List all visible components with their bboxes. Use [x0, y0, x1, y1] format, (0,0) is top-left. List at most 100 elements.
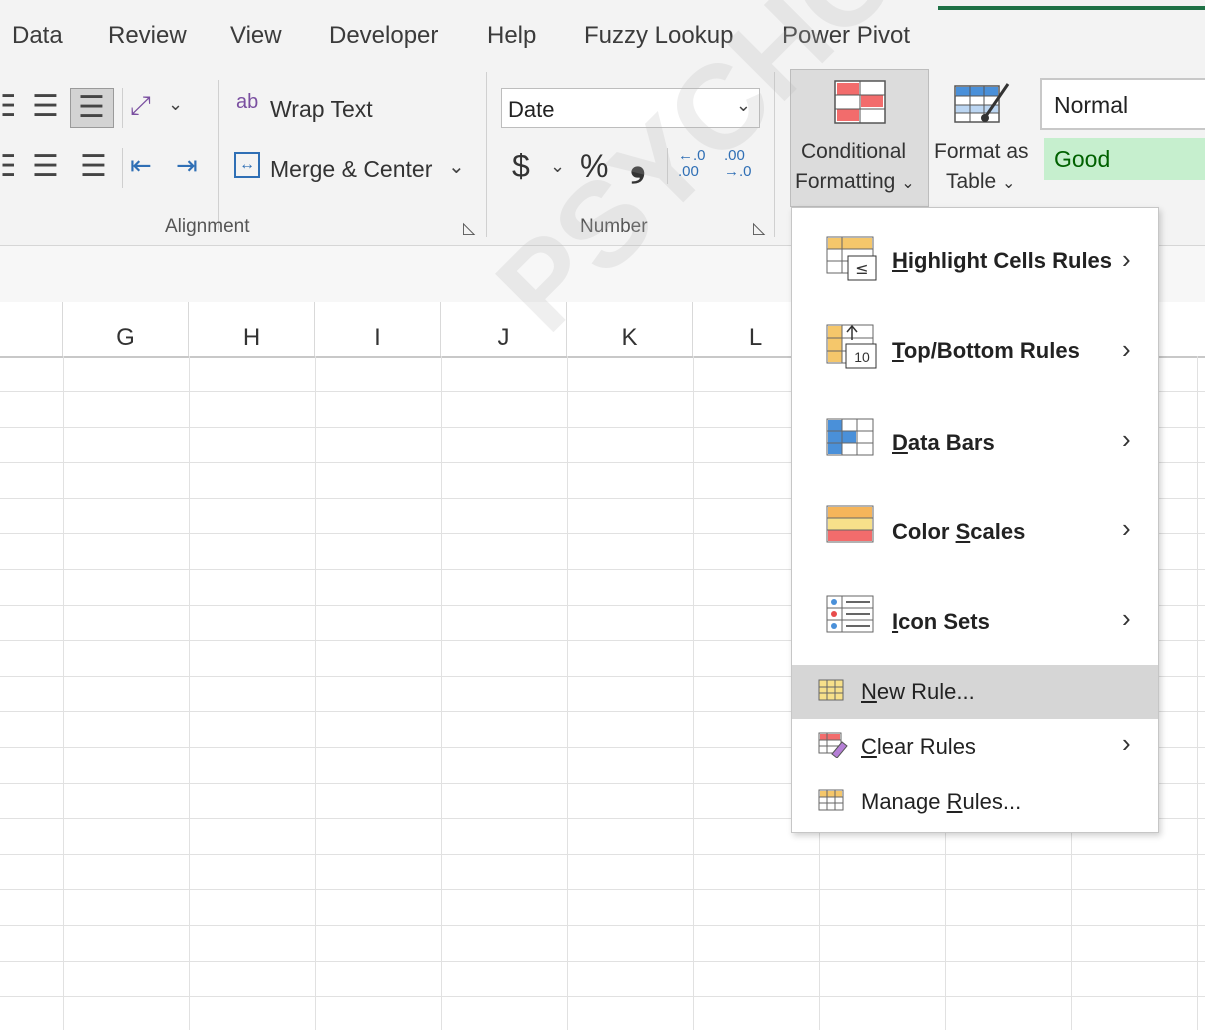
column-header-g[interactable]: G	[63, 302, 189, 356]
conditional-formatting-icon	[834, 80, 886, 124]
decrease-decimal-icon[interactable]: .00 →.0	[724, 148, 760, 180]
currency-button[interactable]: $	[512, 148, 530, 185]
tab-developer[interactable]: Developer	[329, 22, 438, 50]
grid-row-line	[0, 996, 1205, 997]
align-bottom-button[interactable]: ☰	[70, 88, 114, 128]
chevron-right-icon: ›	[1122, 334, 1131, 364]
grid-row-line	[0, 889, 1205, 890]
number-format-select[interactable]: Date ⌄	[501, 88, 760, 128]
new-rule-icon	[818, 679, 844, 701]
chevron-down-icon[interactable]: ⌄	[550, 156, 565, 177]
top-bottom-badge: 10	[854, 349, 870, 365]
format-as-table-icon	[954, 83, 1010, 123]
align-center-icon[interactable]: ☰	[32, 152, 59, 182]
wrap-text-button[interactable]: Wrap Text	[270, 96, 373, 123]
access-key-letter: I	[892, 609, 899, 634]
column-header-h[interactable]: H	[189, 302, 315, 356]
increase-decimal-icon[interactable]: ←.0.00	[678, 148, 714, 180]
format-as-table-label-2: Table	[946, 170, 997, 193]
number-format-value: Date	[508, 97, 555, 122]
svg-text:≤: ≤	[855, 259, 868, 278]
conditional-formatting-label-1: Conditional	[801, 140, 907, 163]
orientation-icon[interactable]: ⤢	[130, 90, 151, 122]
style-normal-label: Normal	[1054, 92, 1129, 118]
grid-column-line	[693, 356, 694, 1030]
divider	[774, 72, 775, 237]
chevron-down-icon: ⌄	[1002, 175, 1016, 192]
align-top-icon[interactable]: ☰	[0, 92, 14, 122]
grid-row-line	[0, 925, 1205, 926]
dialog-launcher-icon[interactable]: ◺	[753, 218, 765, 238]
divider	[486, 72, 487, 237]
align-bottom-icon: ☰	[78, 91, 105, 124]
menu-item-label: Data Bars	[892, 430, 995, 455]
align-left-icon[interactable]: ☰	[0, 152, 14, 182]
menu-item-color-scales[interactable]: Color Scales ›	[792, 495, 1158, 567]
chevron-down-icon[interactable]: ⌄	[168, 94, 183, 115]
tab-data[interactable]: Data	[12, 22, 63, 50]
menu-item-label: Clear Rules	[861, 734, 976, 759]
style-normal[interactable]: Normal	[1040, 78, 1205, 130]
dialog-launcher-icon[interactable]: ◺	[463, 218, 475, 238]
menu-item-icon-sets[interactable]: Icon Sets ›	[792, 585, 1158, 657]
menu-item-label: Color Scales	[892, 519, 1026, 544]
access-key-letter: C	[861, 734, 877, 759]
access-key-letter: N	[861, 679, 877, 704]
icon-sets-icon	[826, 595, 874, 633]
color-scales-icon	[826, 505, 874, 543]
wrap-text-icon: ab	[236, 91, 259, 113]
conditional-formatting-label-row: Formatting ⌄	[795, 170, 915, 194]
increase-indent-icon[interactable]: ⇥	[176, 150, 198, 181]
grid-column-line	[63, 356, 64, 1030]
format-as-table-button[interactable]: Format as Table ⌄	[932, 70, 1034, 206]
chevron-right-icon: ›	[1122, 603, 1131, 633]
align-right-icon[interactable]: ☰	[80, 152, 107, 182]
grid-column-line	[567, 356, 568, 1030]
column-header-f[interactable]	[0, 302, 63, 356]
chevron-right-icon: ›	[1122, 728, 1131, 758]
merge-center-button[interactable]: Merge & Center	[270, 156, 432, 183]
chevron-right-icon: ›	[1122, 244, 1131, 274]
menu-item-label: Manage Rules...	[861, 789, 1022, 814]
column-header-k[interactable]: K	[567, 302, 693, 356]
grid-column-line	[189, 356, 190, 1030]
menu-item-data-bars[interactable]: Data Bars ›	[792, 406, 1158, 478]
chevron-right-icon: ›	[1122, 513, 1131, 543]
format-as-table-label-1: Format as	[934, 140, 1029, 163]
number-group-label: Number	[580, 216, 648, 237]
tab-review[interactable]: Review	[108, 22, 187, 50]
style-good[interactable]: Good	[1044, 138, 1205, 180]
align-middle-icon[interactable]: ☰	[32, 92, 59, 122]
conditional-formatting-menu: ≤ Highlight Cells Rules › 10 Top/Bottom …	[791, 207, 1159, 833]
divider	[122, 148, 123, 188]
column-header-i[interactable]: I	[315, 302, 441, 356]
percent-button[interactable]: %	[580, 148, 608, 185]
style-good-label: Good	[1054, 146, 1111, 172]
manage-rules-icon	[818, 789, 844, 811]
menu-item-new-rule[interactable]: New Rule...	[792, 665, 1158, 719]
chevron-right-icon: ›	[1122, 424, 1131, 454]
menu-item-label: Highlight Cells Rules	[892, 248, 1113, 273]
tab-view[interactable]: View	[230, 22, 282, 50]
data-bars-icon	[826, 418, 874, 456]
menu-item-clear-rules[interactable]: Clear Rules ›	[792, 720, 1158, 774]
column-header-j[interactable]: J	[441, 302, 567, 356]
access-key-letter: T	[892, 338, 904, 363]
chevron-down-icon[interactable]: ⌄	[448, 154, 465, 179]
divider	[667, 148, 668, 184]
access-key-letter: D	[892, 430, 908, 455]
menu-item-top-bottom-rules[interactable]: 10 Top/Bottom Rules ›	[792, 314, 1158, 386]
tab-power-pivot[interactable]: Power Pivot	[782, 22, 910, 50]
menu-item-label: New Rule...	[861, 679, 975, 704]
access-key-letter: S	[955, 519, 971, 544]
decrease-indent-icon[interactable]: ⇤	[130, 150, 152, 181]
conditional-formatting-button[interactable]: Conditional Formatting ⌄	[790, 69, 929, 207]
tab-help[interactable]: Help	[487, 22, 536, 50]
conditional-formatting-label-2: Formatting	[795, 170, 896, 193]
menu-item-manage-rules[interactable]: Manage Rules...	[792, 775, 1158, 829]
comma-style-button[interactable]: ❟	[630, 140, 646, 185]
tab-fuzzy-lookup[interactable]: Fuzzy Lookup	[584, 22, 733, 50]
clear-rules-icon	[818, 732, 848, 758]
grid-column-line	[315, 356, 316, 1030]
menu-item-highlight-cells-rules[interactable]: ≤ Highlight Cells Rules ›	[792, 224, 1158, 296]
